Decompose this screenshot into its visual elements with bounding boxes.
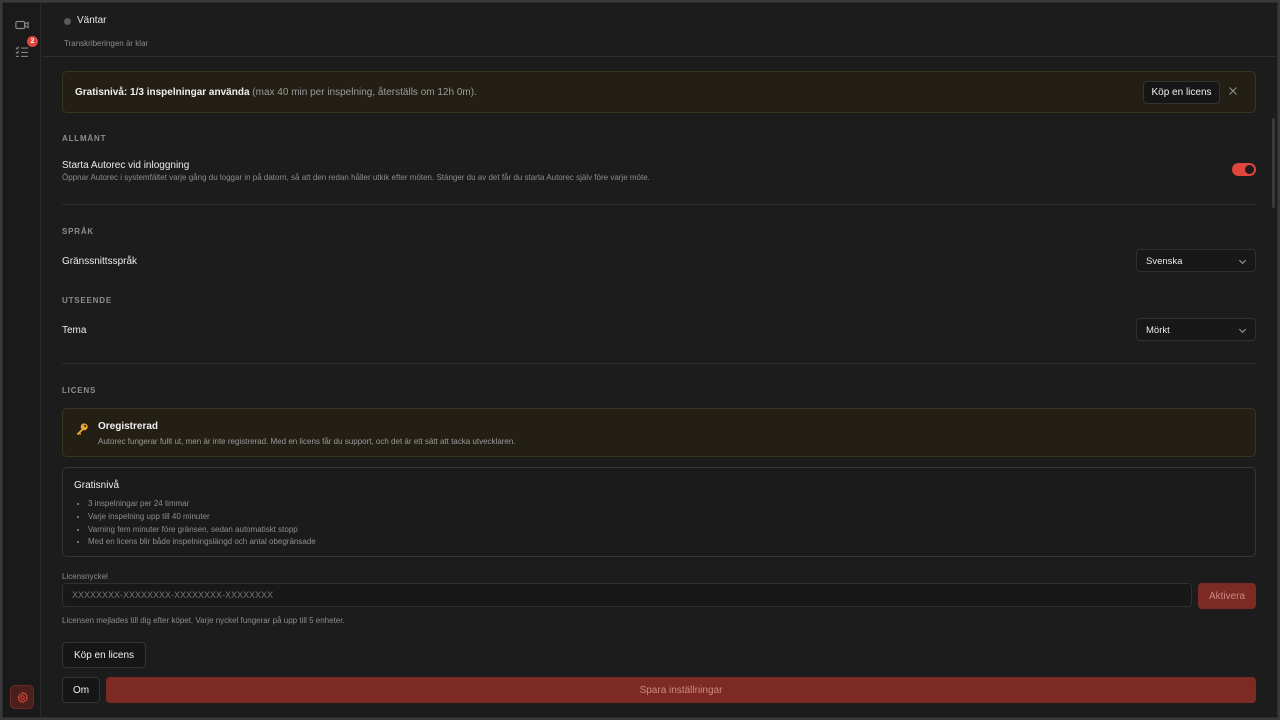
license-key-help: Licensen mejlades till dig efter köpet. … (62, 616, 345, 625)
license-status-description: Autorec fungerar fullt ut, men är inte r… (98, 437, 516, 446)
tasks-badge: 2 (27, 36, 38, 47)
notice-bold-text: Gratisnivå: 1/3 inspelningar använda (75, 87, 250, 98)
record-button[interactable] (12, 15, 32, 35)
buy-license-button[interactable]: Köp en licens (62, 642, 146, 668)
theme-select[interactable]: Mörkt (1136, 318, 1256, 341)
activate-button[interactable]: Aktivera (1198, 583, 1256, 609)
chevron-down-icon (1238, 259, 1247, 265)
status-subtitle: Transkriberingen är klar (64, 39, 149, 48)
notice-buy-license-button[interactable]: Köp en licens (1143, 81, 1220, 104)
license-key-label: Licensnyckel (62, 572, 108, 581)
divider (62, 363, 1256, 364)
about-button[interactable]: Om (62, 677, 100, 703)
language-title: Gränssnittsspråk (62, 256, 138, 267)
section-label-general: ALLMÄNT (62, 134, 107, 143)
status-header: Väntar Transkriberingen är klar (42, 3, 1277, 57)
license-key-input[interactable] (62, 583, 1192, 607)
free-tier-list: 3 inspelningar per 24 timmar Varje inspe… (88, 498, 316, 549)
free-tier-card: Gratisnivå 3 inspelningar per 24 timmar … (62, 467, 1256, 557)
tasks-button[interactable]: 2 (12, 36, 38, 62)
section-label-language: SPRÅK (62, 227, 95, 236)
free-tier-title: Gratisnivå (74, 480, 120, 491)
notice-text: Gratisnivå: 1/3 inspelningar använda (ma… (75, 87, 477, 98)
status-dot (64, 18, 71, 25)
section-label-license: LICENS (62, 386, 97, 395)
video-icon (15, 20, 29, 30)
license-status-card: Oregistrerad Autorec fungerar fullt ut, … (62, 408, 1256, 457)
list-checks-icon (15, 46, 29, 57)
list-item: Varje inspelning upp till 40 minuter (88, 511, 316, 524)
list-item: 3 inspelningar per 24 timmar (88, 498, 316, 511)
settings-button[interactable] (10, 685, 34, 709)
close-icon[interactable] (1227, 85, 1239, 97)
language-select[interactable]: Svenska (1136, 249, 1256, 272)
license-status-title: Oregistrerad (98, 421, 159, 432)
list-item: Varning fem minuter före gränsen, sedan … (88, 524, 316, 537)
theme-value: Mörkt (1146, 325, 1170, 336)
chevron-down-icon (1238, 328, 1247, 334)
key-icon (76, 423, 88, 436)
autostart-toggle[interactable] (1232, 163, 1256, 176)
list-item: Med en licens blir både inspelningslängd… (88, 536, 316, 549)
scrollbar[interactable] (1272, 118, 1275, 208)
section-label-appearance: UTSEENDE (62, 296, 112, 305)
save-settings-button[interactable]: Spara inställningar (106, 677, 1256, 703)
notice-muted-text: (max 40 min per inspelning, återställs o… (249, 87, 477, 98)
autostart-description: Öppnar Autorec i systemfältet varje gång… (62, 173, 650, 182)
gear-icon (17, 691, 28, 703)
autostart-title: Starta Autorec vid inloggning (62, 160, 190, 171)
language-value: Svenska (1146, 256, 1183, 267)
status-title: Väntar (77, 15, 107, 26)
divider (62, 204, 1256, 205)
settings-content: Gratisnivå: 1/3 inspelningar använda (ma… (62, 57, 1256, 717)
left-rail: 2 (3, 3, 41, 717)
app-window: 2 Väntar Transkriberingen är klar Gratis… (2, 2, 1278, 718)
free-tier-notice: Gratisnivå: 1/3 inspelningar använda (ma… (62, 71, 1256, 113)
theme-title: Tema (62, 325, 87, 336)
